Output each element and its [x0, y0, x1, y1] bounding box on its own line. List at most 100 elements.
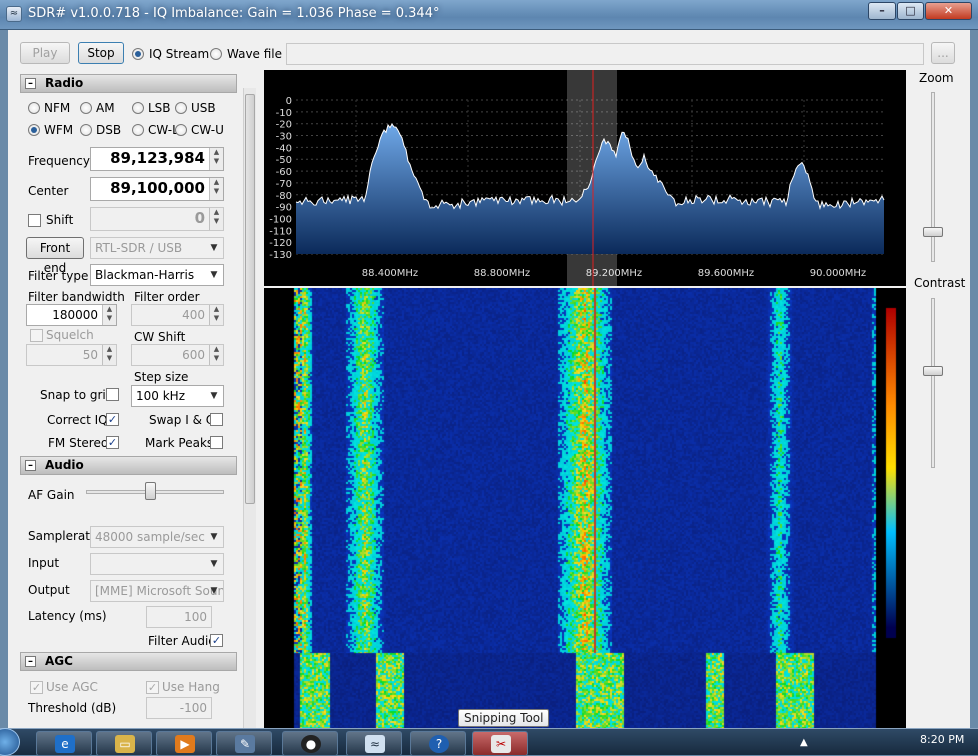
collapse-icon[interactable]: –	[25, 460, 36, 471]
taskbar-tool[interactable]: ✎	[216, 731, 272, 756]
contrast-label: Contrast	[914, 276, 966, 290]
contrast-slider-track[interactable]	[931, 298, 935, 468]
mark-peaks-checkbox[interactable]	[210, 436, 223, 449]
mode-radio-usb[interactable]	[175, 102, 187, 114]
mode-radio-nfm[interactable]	[28, 102, 40, 114]
af-gain-slider-thumb[interactable]	[145, 482, 157, 500]
shift-spinner-icon[interactable]: ▲ ▼	[209, 208, 223, 230]
zoom-slider-thumb[interactable]	[923, 227, 943, 237]
cw-shift-spinner-icon[interactable]: ▲ ▼	[209, 345, 223, 365]
tool-icon: ✎	[235, 735, 255, 753]
spectrum-analyzer[interactable]: 0 -10 -20 -30 -40 -50 -60 -70 -80 -90 -100 -110 -120…	[264, 70, 906, 286]
stop-button[interactable]: Stop	[78, 42, 124, 64]
radio-section-header[interactable]: – Radio	[20, 74, 237, 93]
play-button[interactable]: Play	[20, 42, 70, 64]
chevron-down-icon: ▼	[210, 559, 218, 569]
input-select[interactable]: ▼	[90, 553, 224, 575]
mode-radio-cw-u[interactable]	[175, 124, 187, 136]
chevron-down-icon: ▼	[210, 586, 218, 596]
show-hidden-icons-icon[interactable]: ▲	[800, 737, 808, 748]
latency-field[interactable]: 100	[146, 606, 212, 628]
taskbar-clock[interactable]: 8:20 PM	[920, 733, 964, 746]
system-tray	[820, 734, 910, 750]
file-explorer-icon: ▭	[115, 735, 135, 753]
center-spinner-icon[interactable]: ▲ ▼	[209, 178, 223, 200]
sdr-app-icon: ≈	[365, 735, 385, 753]
front-end-select[interactable]: RTL-SDR / USB ▼	[90, 237, 224, 259]
front-end-button[interactable]: Front end	[26, 237, 84, 275]
frequency-field[interactable]: 89,123,984 ▲ ▼	[90, 147, 224, 171]
minimize-button[interactable]: –	[868, 2, 896, 20]
sdr-app-icon[interactable]: ≈	[6, 6, 22, 22]
mode-radio-wfm[interactable]	[28, 124, 40, 136]
fm-stereo-checkbox[interactable]: ✓	[106, 436, 119, 449]
collapse-icon[interactable]: –	[25, 78, 36, 89]
spectrum-plot[interactable]: 0-10-20-30-40-50-60-70-80-90-100-110-120…	[264, 70, 906, 286]
swap-iq-checkbox[interactable]	[210, 413, 223, 426]
audio-section-header[interactable]: – Audio	[20, 456, 237, 475]
webcam-icon: ●	[301, 735, 321, 753]
bandwidth-spinner-icon[interactable]: ▲ ▼	[102, 305, 116, 325]
taskbar-ie[interactable]: e	[36, 731, 92, 756]
cw-shift-field[interactable]: 600 ▲ ▼	[131, 344, 224, 366]
waterfall-canvas[interactable]	[264, 288, 906, 728]
taskbar-snipping[interactable]: ✂	[472, 731, 528, 756]
mode-radio-dsb[interactable]	[80, 124, 92, 136]
db-tick-label: -120	[269, 238, 292, 249]
order-spinner-icon[interactable]: ▲ ▼	[209, 305, 223, 325]
collapse-icon[interactable]: –	[25, 656, 36, 667]
frequency-spinner-icon[interactable]: ▲ ▼	[209, 148, 223, 170]
main-window: Play Stop IQ Stream Wave file ... – Radio…	[8, 30, 970, 728]
squelch-spinner-icon[interactable]: ▲ ▼	[102, 345, 116, 365]
latency-label: Latency (ms)	[28, 609, 107, 623]
mode-radio-am[interactable]	[80, 102, 92, 114]
chevron-down-icon: ▼	[210, 532, 218, 542]
filter-bandwidth-field[interactable]: 180000 ▲ ▼	[26, 304, 117, 326]
maximize-button[interactable]: □	[897, 2, 924, 20]
waterfall-display[interactable]	[264, 288, 906, 728]
agc-section-header[interactable]: – AGC	[20, 652, 237, 671]
step-size-select[interactable]: 100 kHz ▼	[131, 385, 224, 407]
filter-order-field[interactable]: 400 ▲ ▼	[131, 304, 224, 326]
samplerate-select[interactable]: 48000 sample/sec ▼	[90, 526, 224, 548]
filter-bandwidth-label: Filter bandwidth	[28, 290, 125, 304]
iq-stream-radio[interactable]	[132, 48, 144, 60]
browse-button[interactable]: ...	[931, 42, 955, 64]
snap-to-grid-checkbox[interactable]	[106, 388, 119, 401]
db-tick-label: -110	[269, 226, 292, 237]
mode-radio-lsb[interactable]	[132, 102, 144, 114]
scrollbar-thumb[interactable]	[245, 94, 255, 504]
correct-iq-checkbox[interactable]: ✓	[106, 413, 119, 426]
contrast-slider-thumb[interactable]	[923, 365, 943, 376]
left-panel-scrollbar[interactable]	[243, 88, 256, 728]
taskbar-webcam[interactable]: ●	[282, 731, 338, 756]
iq-stream-label: IQ Stream	[149, 47, 210, 61]
shift-field[interactable]: 0 ▲ ▼	[90, 207, 224, 231]
taskbar-media[interactable]: ▶	[156, 731, 212, 756]
filter-type-select[interactable]: Blackman-Harris ▼	[90, 264, 224, 286]
squelch-checkbox[interactable]	[30, 329, 43, 342]
center-field[interactable]: 89,100,000 ▲ ▼	[90, 177, 224, 201]
output-select[interactable]: [MME] Microsoft Sound ▼	[90, 580, 224, 602]
chevron-down-icon: ▼	[210, 243, 218, 253]
threshold-field[interactable]: -100	[146, 697, 212, 719]
taskbar-help[interactable]: ?	[410, 731, 466, 756]
close-button[interactable]: ✕	[925, 2, 972, 20]
taskbar-explorer[interactable]: ▭	[96, 731, 152, 756]
wave-file-radio[interactable]	[210, 48, 222, 60]
use-hang-checkbox[interactable]: ✓	[146, 681, 159, 694]
filter-audio-label: Filter Audio	[148, 634, 216, 648]
mode-radio-cw-l[interactable]	[132, 124, 144, 136]
step-size-label: Step size	[134, 370, 189, 384]
taskbar-sdr[interactable]: ≈	[346, 731, 402, 756]
mark-peaks-label: Mark Peaks	[145, 436, 214, 450]
squelch-field[interactable]: 50 ▲ ▼	[26, 344, 117, 366]
use-agc-checkbox[interactable]: ✓	[30, 681, 43, 694]
db-tick-label: -40	[276, 143, 292, 154]
wave-file-path-field[interactable]	[286, 43, 924, 65]
mode-label-dsb: DSB	[96, 123, 122, 137]
filter-audio-checkbox[interactable]: ✓	[210, 634, 223, 647]
shift-checkbox[interactable]	[28, 214, 41, 227]
mode-label-nfm: NFM	[44, 101, 71, 115]
start-orb[interactable]	[0, 728, 20, 756]
